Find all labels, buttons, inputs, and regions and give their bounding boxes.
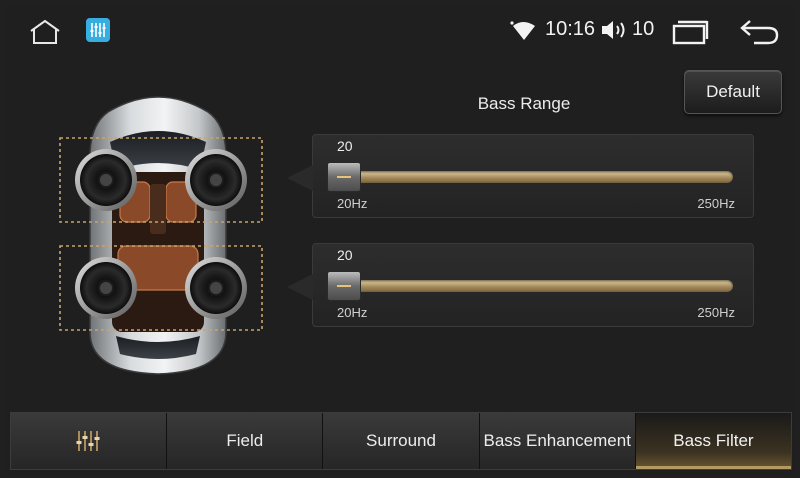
rear-slider-thumb[interactable]	[327, 271, 361, 301]
wifi-icon	[510, 21, 535, 40]
tab-equalizer[interactable]	[11, 413, 168, 469]
rear-slider-min-label: 20Hz	[337, 305, 368, 320]
rear-slider-max-label: 250Hz	[697, 305, 735, 320]
recent-apps-icon[interactable]	[671, 19, 709, 45]
home-icon[interactable]	[28, 18, 62, 46]
front-slider-value: 20	[337, 138, 353, 154]
front-slider-min-label: 20Hz	[337, 196, 368, 211]
tab-field[interactable]: Field	[167, 413, 324, 469]
speaker-rear-right[interactable]	[185, 257, 247, 319]
rear-slider-value: 20	[337, 247, 353, 263]
back-icon[interactable]	[738, 18, 780, 46]
speaker-rear-left[interactable]	[75, 257, 137, 319]
front-bass-range-panel: 20 20Hz 250Hz	[287, 134, 754, 218]
car-speaker-diagram	[59, 96, 263, 375]
equalizer-icon	[76, 431, 100, 451]
speaker-front-right[interactable]	[185, 149, 247, 211]
front-slider-thumb[interactable]	[327, 162, 361, 192]
panel-pointer	[287, 165, 313, 191]
equalizer-app-icon[interactable]	[86, 18, 110, 42]
rear-bass-range-panel: 20 20Hz 250Hz	[287, 243, 754, 327]
front-slider-max-label: 250Hz	[697, 196, 735, 211]
tab-bass-filter[interactable]: Bass Filter	[635, 413, 792, 469]
tab-bar: Field Surround Bass Enhancement Bass Fil…	[10, 412, 792, 470]
status-bar: 10:16 10	[4, 4, 796, 56]
volume-icon	[602, 21, 625, 39]
bass-range-title: Bass Range	[477, 94, 571, 113]
app-frame: 10:16 10 Default Bass Range 20 20Hz 250H…	[4, 4, 796, 474]
default-button[interactable]: Default	[684, 70, 782, 114]
volume-level: 10	[632, 18, 655, 40]
front-slider-track[interactable]	[337, 171, 733, 183]
panel-pointer	[287, 274, 313, 300]
rear-slider-track[interactable]	[337, 280, 733, 292]
tab-surround[interactable]: Surround	[323, 413, 480, 469]
tab-bass-enhancement[interactable]: Bass Enhancement	[479, 413, 636, 469]
clock: 10:16	[545, 18, 596, 40]
speaker-front-left[interactable]	[75, 149, 137, 211]
